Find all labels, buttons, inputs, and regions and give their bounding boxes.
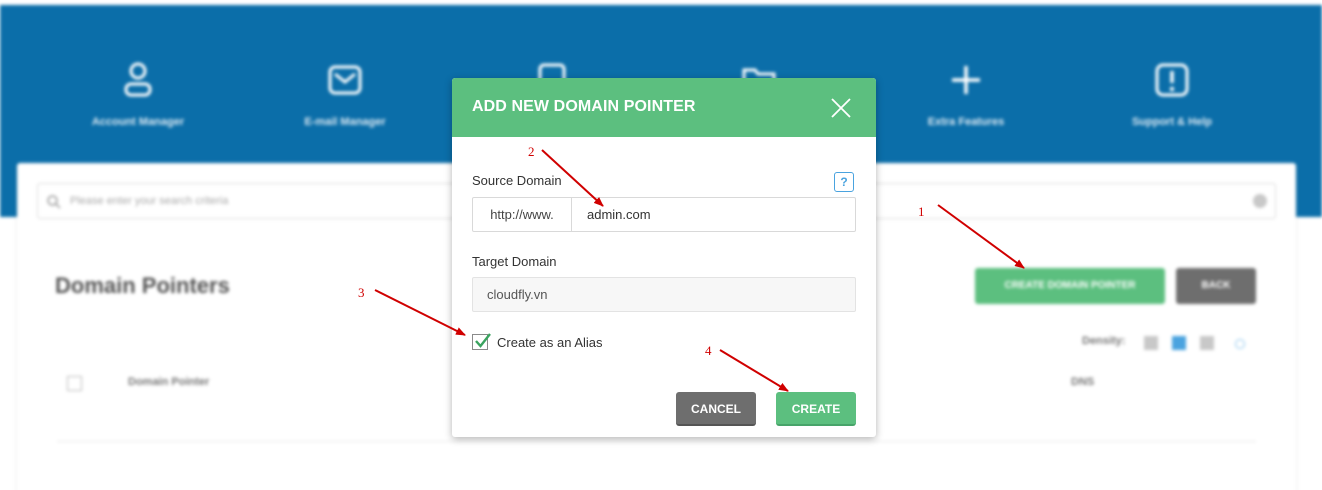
annotation-arrow-3 bbox=[374, 289, 466, 336]
annotation-number-4: 4 bbox=[705, 343, 712, 358]
annotation-arrow-2 bbox=[541, 149, 604, 207]
annotation-arrow-4 bbox=[719, 349, 789, 392]
annotation-number-1: 1 bbox=[918, 204, 925, 219]
annotation-number-3: 3 bbox=[358, 285, 365, 300]
annotation-arrow-1 bbox=[937, 204, 1025, 269]
annotation-arrows bbox=[374, 149, 1025, 392]
annotation-number-2: 2 bbox=[528, 144, 535, 159]
